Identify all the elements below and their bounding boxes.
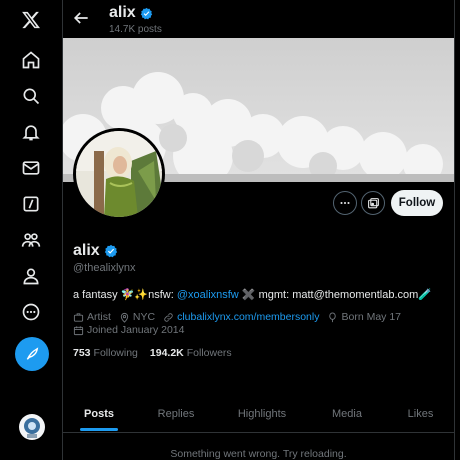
post-button[interactable] [15, 337, 49, 371]
category-item: Artist [73, 311, 111, 323]
profile-column: alix 14.7K posts Follow alix @thealixlyn… [62, 0, 455, 460]
joined-item: Joined January 2014 [73, 324, 185, 336]
home-icon[interactable] [16, 45, 46, 75]
bio-nsfw-label: nsfw: [148, 288, 177, 301]
location-item: NYC [119, 311, 155, 323]
ellipsis-icon [340, 201, 350, 205]
balloon-icon [329, 311, 337, 322]
messages-icon[interactable] [16, 153, 46, 183]
followers-link[interactable]: 194.2K Followers [150, 347, 232, 359]
verified-badge-icon[interactable] [104, 244, 118, 258]
top-bar: alix 14.7K posts [63, 0, 454, 38]
following-label: Following [93, 347, 138, 359]
birthday-item: Born May 17 [327, 311, 401, 323]
grok-icon[interactable] [16, 189, 46, 219]
profile-name: alix [73, 242, 118, 260]
tab-likes[interactable]: Likes [387, 395, 454, 432]
subscription-icon [367, 197, 379, 208]
profile-avatar[interactable] [73, 128, 165, 220]
tab-replies[interactable]: Replies [135, 395, 217, 432]
profile-display-name: alix [73, 242, 100, 259]
communities-icon[interactable] [16, 225, 46, 255]
profile-tabs: Posts Replies Highlights Media Likes [63, 395, 454, 433]
back-arrow-icon[interactable] [71, 8, 91, 28]
joined-label: Joined January 2014 [87, 324, 185, 336]
category-label: Artist [87, 311, 111, 323]
profile-icon[interactable] [16, 261, 46, 291]
bio-prefix: a fantasy [73, 288, 121, 301]
birthday-label: Born May 17 [341, 311, 402, 323]
following-count: 753 [73, 347, 91, 359]
website-item[interactable]: clubalixlynx.com/membersonly [163, 311, 319, 323]
following-link[interactable]: 753 Following [73, 347, 138, 359]
subscribe-button[interactable] [361, 191, 385, 215]
more-icon[interactable] [16, 297, 46, 327]
x-logo-icon[interactable] [16, 5, 46, 35]
bio-cross: ✖️ [238, 289, 259, 301]
profile-meta-joined: Joined January 2014 [73, 324, 193, 336]
active-tab-indicator [80, 428, 118, 431]
topbar-name: alix [109, 4, 136, 21]
post-count: 14.7K posts [109, 24, 162, 35]
tab-posts[interactable]: Posts [63, 395, 135, 432]
location-label: NYC [132, 311, 156, 323]
bio-nsfw-link[interactable]: @xoalixnsfw [177, 289, 239, 301]
more-options-button[interactable] [333, 191, 357, 215]
tab-highlights[interactable]: Highlights [217, 395, 307, 432]
link-icon [164, 312, 173, 322]
account-avatar[interactable] [19, 414, 45, 440]
briefcase-icon [73, 312, 84, 322]
location-pin-icon [120, 312, 129, 323]
calendar-icon [73, 325, 84, 335]
search-icon[interactable] [16, 81, 46, 111]
profile-bio: a fantasy 🧚‍♀️✨ nsfw: @xoalixnsfw ✖️ mgm… [73, 288, 432, 302]
error-message: Something went wrong. Try reloading. [170, 448, 347, 460]
followers-count: 194.2K [149, 347, 184, 359]
bio-mgmt: mgmt: matt@themomentlab.com [258, 288, 419, 301]
feather-icon [26, 347, 39, 360]
profile-meta: Artist NYC clubalixlynx.com/membersonly … [73, 311, 409, 323]
profile-handle: @thealixlynx [73, 262, 136, 274]
bio-pill: 🧪 [418, 289, 432, 301]
bio-emoji: 🧚‍♀️✨ [120, 289, 149, 301]
follow-button[interactable]: Follow [391, 190, 443, 216]
notifications-icon[interactable] [16, 117, 46, 147]
follow-stats: 753 Following 194.2K Followers [73, 347, 232, 359]
verified-badge-icon [140, 7, 152, 19]
website-link[interactable]: clubalixlynx.com/membersonly [177, 311, 319, 323]
tab-media[interactable]: Media [307, 395, 387, 432]
topbar-title: alix [109, 4, 153, 22]
followers-label: Followers [186, 347, 232, 359]
sidebar-nav [0, 0, 62, 460]
